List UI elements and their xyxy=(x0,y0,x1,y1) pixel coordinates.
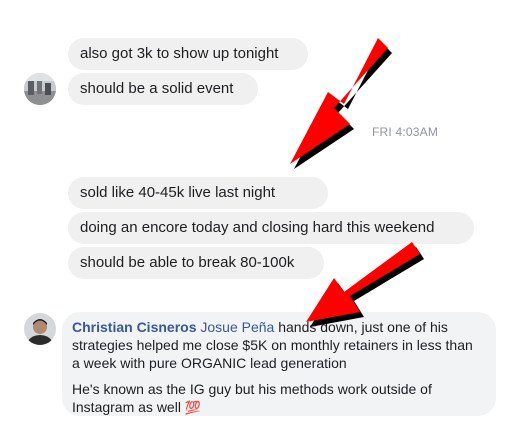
message-bubble[interactable]: should be able to break 80-100k xyxy=(68,247,324,279)
message-text: also got 3k to show up tonight xyxy=(80,45,279,62)
comment-mention[interactable]: Josue Peña xyxy=(200,319,274,335)
message-text: sold like 40-45k live last night xyxy=(80,184,276,201)
comment-text: He's known as the IG guy but his methods… xyxy=(72,381,432,415)
red-arrow-annotation xyxy=(290,38,392,169)
message-text: should be a solid event xyxy=(80,80,234,97)
message-bubble[interactable]: sold like 40-45k live last night xyxy=(68,177,328,209)
message-bubble[interactable]: also got 3k to show up tonight xyxy=(68,38,308,70)
hundred-points-emoji: 💯 xyxy=(184,400,202,415)
profile-photo-icon xyxy=(24,313,56,345)
message-bubble[interactable]: should be a solid event xyxy=(68,73,258,105)
comment-paragraph: He's known as the IG guy but his methods… xyxy=(72,380,484,417)
sender-avatar[interactable] xyxy=(24,73,56,105)
red-arrow-annotation xyxy=(306,242,424,327)
comment-author-name[interactable]: Christian Cisneros xyxy=(72,319,196,335)
message-text: doing an encore today and closing hard t… xyxy=(80,219,435,236)
profile-photo-icon xyxy=(24,73,56,105)
commenter-avatar[interactable] xyxy=(24,313,56,345)
message-text: should be able to break 80-100k xyxy=(80,254,295,271)
